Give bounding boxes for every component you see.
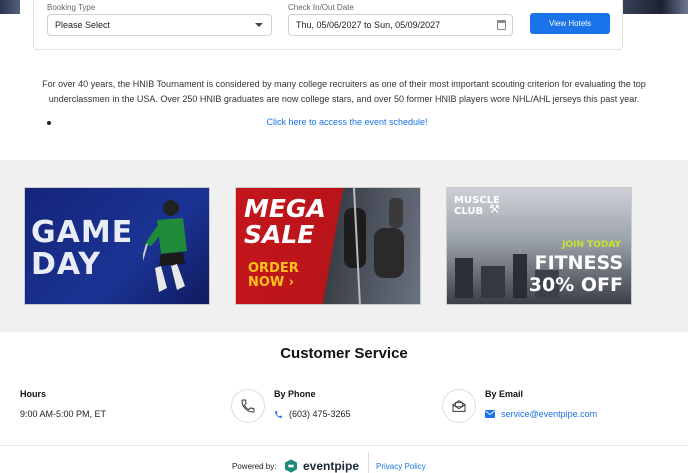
hockey-gear-graphic (344, 188, 404, 304)
hero-image-left (0, 0, 20, 14)
promo-fitness[interactable]: MUSCLE CLUB ⚒ JOIN TODAY FITNESS 30% OFF (446, 187, 632, 305)
brand-name: eventpipe (303, 459, 360, 473)
phone-block: By Phone (603) 475-3265 (274, 389, 351, 419)
dates-label: Check In/Out Date (288, 3, 354, 12)
hours-block: Hours 9:00 AM-5:00 PM, ET (20, 389, 106, 419)
phone-icon (231, 389, 265, 423)
hours-value: 9:00 AM-5:00 PM, ET (20, 409, 106, 419)
chevron-down-icon (255, 23, 263, 27)
phone-number[interactable]: (603) 475-3265 (289, 409, 351, 419)
promo-cta: ORDER NOW › (248, 262, 299, 290)
hockey-player-graphic (143, 200, 187, 292)
calendar-icon[interactable] (497, 20, 506, 30)
dumbbell-icon: ⚒ (489, 202, 500, 216)
promo-line: FITNESS 30% OFF (529, 252, 623, 296)
list-item: Click here to access the event schedule! (47, 117, 647, 129)
promo-line: 30% OFF (528, 274, 623, 296)
phone-value: (603) 475-3265 (274, 409, 351, 419)
check-in-out-date-input[interactable]: Thu, 05/06/2027 to Sun, 05/09/2027 (288, 14, 513, 36)
customer-service-title: Customer Service (280, 345, 408, 362)
mail-open-icon (442, 389, 476, 423)
email-link[interactable]: service@eventpipe.com (501, 409, 597, 419)
email-block: By Email service@eventpipe.com (485, 389, 597, 419)
booking-type-label: Booking Type (47, 3, 96, 12)
promo-game-day[interactable]: GAME DAY (24, 187, 210, 305)
eventpipe-logo-icon (285, 459, 297, 473)
hero-image-right (622, 0, 688, 14)
hours-label: Hours (20, 389, 47, 399)
promo-line: MEGA SALE (244, 196, 326, 248)
intro-paragraph: For over 40 years, the HNIB Tournament i… (42, 79, 646, 104)
dates-value: Thu, 05/06/2027 to Sun, 05/09/2027 (296, 20, 441, 30)
promo-line: MEGA (244, 194, 326, 223)
footer-separator (368, 452, 369, 473)
promo-line: SALE (244, 220, 315, 249)
booking-panel: Booking Type Please Select Check In/Out … (33, 0, 623, 50)
event-schedule-link[interactable]: Click here to access the event schedule! (47, 117, 647, 127)
promo-mega-sale[interactable]: MEGA SALE ORDER NOW › (235, 187, 421, 305)
phone-small-icon (275, 410, 282, 418)
promo-cta: JOIN TODAY (562, 240, 621, 250)
email-label: By Email (485, 389, 524, 399)
booking-type-value: Please Select (55, 20, 111, 30)
footer-divider (0, 445, 688, 446)
promo-line: ORDER (248, 261, 299, 276)
eventpipe-logo[interactable]: eventpipe (283, 458, 359, 473)
hours-text: 9:00 AM-5:00 PM, ET (20, 409, 107, 419)
phone-label: By Phone (274, 389, 316, 399)
email-value: service@eventpipe.com (485, 409, 597, 419)
promo-line: NOW › (248, 275, 295, 290)
view-hotels-button[interactable]: View Hotels (530, 13, 610, 34)
envelope-icon (485, 410, 495, 418)
privacy-policy-link[interactable]: Privacy Policy (376, 462, 426, 471)
booking-type-select[interactable]: Please Select (47, 14, 272, 36)
powered-by-label: Powered by: (232, 462, 277, 471)
promo-line: FITNESS (534, 252, 623, 274)
promo-line: GAME (31, 215, 134, 250)
promo-band: GAME DAY MEGA SALE ORDER NOW › MUSCLE CL… (0, 160, 688, 332)
promo-line: DAY (31, 247, 101, 282)
